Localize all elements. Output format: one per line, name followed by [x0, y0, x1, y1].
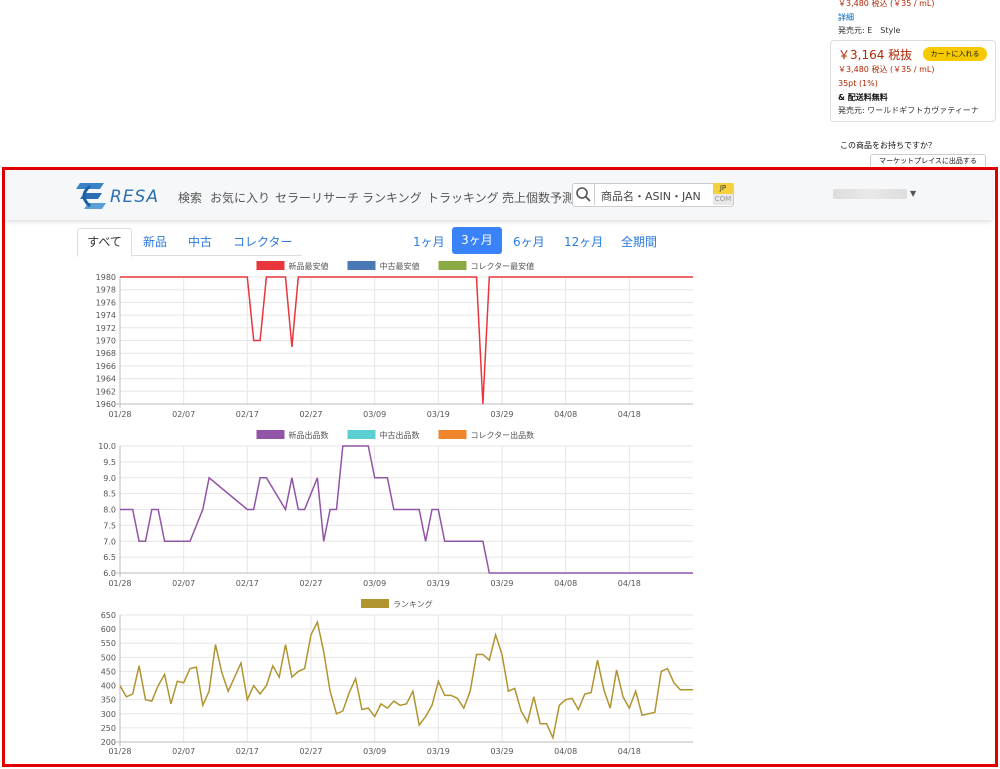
x-tick-label: 02/07 — [172, 579, 195, 588]
y-tick-label: 10.0 — [98, 442, 116, 451]
x-tick-label: 02/27 — [299, 410, 322, 419]
x-tick-label: 02/07 — [172, 747, 195, 756]
x-tick-label: 02/17 — [236, 747, 259, 756]
x-tick-label: 02/17 — [236, 410, 259, 419]
chart-2: 6.0 6.5 7.0 7.5 8.0 8.5 9.0 9.5 10.0 01/28 02/07 02… — [98, 430, 693, 588]
y-tick-label: 1964 — [96, 375, 116, 384]
y-tick-label: 500 — [101, 653, 116, 662]
y-tick-label: 350 — [101, 696, 116, 705]
x-tick-label: 02/27 — [299, 747, 322, 756]
series-line — [119, 619, 693, 741]
y-tick-label: 400 — [101, 682, 116, 691]
y-tick-label: 1980 — [96, 273, 116, 282]
legend-label: 中古最安値 — [380, 261, 420, 271]
y-tick-label: 1960 — [96, 400, 116, 409]
legend-swatch — [361, 599, 389, 608]
y-tick-label: 550 — [101, 639, 116, 648]
y-tick-label: 1978 — [96, 286, 116, 295]
legend-swatch — [347, 261, 376, 270]
x-tick-label: 01/28 — [108, 410, 131, 419]
x-tick-label: 02/07 — [172, 410, 195, 419]
legend-label: コレクター最安値 — [471, 261, 535, 271]
y-tick-label: 1972 — [96, 324, 116, 333]
x-tick-label: 02/27 — [299, 579, 322, 588]
chart-3: 200 250 300 350 400 450 500 550 600 650 01/28 02/07… — [101, 599, 693, 756]
y-tick-label: 250 — [101, 724, 116, 733]
y-tick-label: 1966 — [96, 362, 116, 371]
x-tick-label: 03/09 — [363, 579, 386, 588]
y-tick-label: 1968 — [96, 349, 116, 358]
x-tick-label: 03/19 — [427, 579, 450, 588]
x-tick-label: 03/29 — [490, 579, 513, 588]
y-tick-label: 1970 — [96, 337, 116, 346]
y-tick-label: 1962 — [96, 387, 116, 396]
x-tick-label: 02/17 — [236, 579, 259, 588]
legend-swatch — [347, 430, 376, 439]
x-tick-label: 03/19 — [427, 747, 450, 756]
y-tick-label: 1976 — [96, 298, 116, 307]
legend-swatch — [256, 261, 285, 270]
y-tick-label: 300 — [101, 710, 116, 719]
legend-swatch — [438, 261, 467, 270]
y-tick-label: 7.0 — [103, 537, 116, 546]
x-tick-label: 04/08 — [554, 747, 577, 756]
y-tick-label: 8.0 — [103, 506, 116, 515]
x-tick-label: 04/08 — [554, 579, 577, 588]
legend-label: ランキング — [393, 599, 433, 609]
y-tick-label: 8.5 — [103, 490, 116, 499]
y-tick-label: 200 — [101, 738, 116, 747]
x-tick-label: 04/18 — [618, 747, 641, 756]
legend-label: 新品最安値 — [289, 261, 329, 271]
y-tick-label: 7.5 — [103, 521, 116, 530]
charts-canvas: 1960 1962 1964 1966 1968 1970 1972 1974 1976 1978… — [96, 261, 693, 756]
legend-label: 新品出品数 — [289, 430, 329, 440]
y-tick-label: 6.5 — [103, 553, 116, 562]
legend-swatch — [438, 430, 467, 439]
legend-label: コレクター出品数 — [471, 430, 535, 440]
x-tick-label: 04/08 — [554, 410, 577, 419]
y-tick-label: 6.0 — [103, 569, 116, 578]
y-tick-label: 9.0 — [103, 474, 116, 483]
y-tick-label: 600 — [101, 625, 116, 634]
y-tick-label: 1974 — [96, 311, 116, 320]
y-tick-label: 9.5 — [103, 458, 116, 467]
chart-1: 1960 1962 1964 1966 1968 1970 1972 1974 1976 1978… — [96, 261, 693, 419]
legend-swatch — [256, 430, 285, 439]
x-tick-label: 04/18 — [618, 410, 641, 419]
y-tick-label: 650 — [101, 611, 116, 620]
x-tick-label: 03/19 — [427, 410, 450, 419]
x-tick-label: 01/28 — [108, 579, 131, 588]
x-tick-label: 03/29 — [490, 410, 513, 419]
x-tick-label: 01/28 — [108, 747, 131, 756]
y-tick-label: 450 — [101, 667, 116, 676]
legend-label: 中古出品数 — [380, 430, 420, 440]
x-tick-label: 03/09 — [363, 410, 386, 419]
x-tick-label: 04/18 — [618, 579, 641, 588]
x-tick-label: 03/09 — [363, 747, 386, 756]
x-tick-label: 03/29 — [490, 747, 513, 756]
